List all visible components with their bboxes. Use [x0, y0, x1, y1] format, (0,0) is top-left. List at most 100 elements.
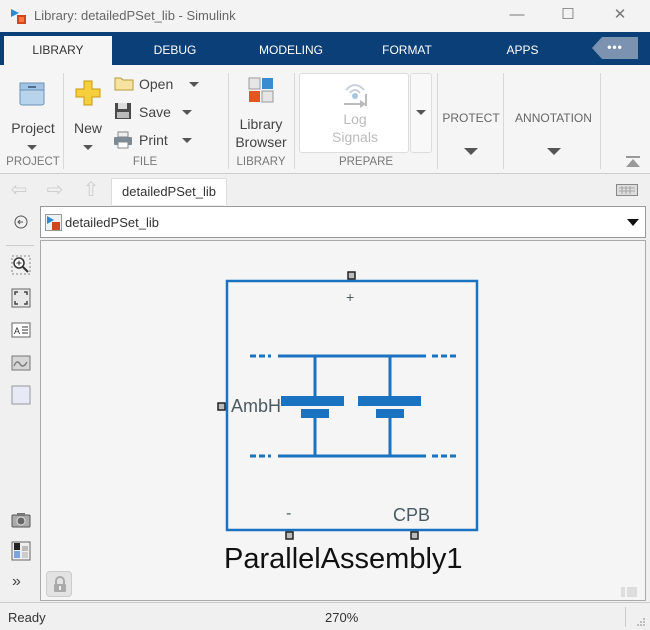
- save-button-label: Save: [139, 104, 171, 120]
- plus-icon: [75, 80, 101, 106]
- camera-icon[interactable]: [11, 510, 31, 530]
- divider: [294, 73, 295, 169]
- open-button-label: Open: [139, 76, 174, 92]
- folder-icon: [114, 77, 134, 91]
- left-toolbar: A »: [0, 205, 40, 600]
- save-button[interactable]: Save: [112, 101, 204, 123]
- port-label-negative: -: [286, 505, 292, 522]
- protect-label: PROTECT: [442, 111, 500, 125]
- keyboard-icon[interactable]: [616, 184, 638, 196]
- minimize-button[interactable]: —: [497, 4, 537, 26]
- expand-toolbar-icon[interactable]: »: [12, 573, 21, 591]
- tab-modeling[interactable]: MODELING: [250, 36, 332, 65]
- port-negative: [285, 531, 294, 540]
- address-bar[interactable]: detailedPSet_lib: [40, 206, 646, 238]
- property-inspector-icon[interactable]: [11, 541, 31, 561]
- annotation-label: ANNOTATION: [515, 111, 592, 125]
- library-browser-icon: [248, 77, 274, 103]
- print-button-label: Print: [139, 132, 168, 148]
- lock-button[interactable]: [46, 571, 72, 597]
- group-label-file: FILE: [132, 156, 158, 168]
- ribbon-tab-bar: LIBRARY DEBUG MODELING FORMAT APPS •••: [0, 32, 650, 65]
- zoom-in-icon[interactable]: [11, 255, 31, 275]
- block-name[interactable]: ParallelAssembly1: [224, 543, 463, 576]
- scroll-indicator[interactable]: [621, 587, 641, 597]
- model-canvas[interactable]: + AmbH - CPB ParallelAssembly1: [40, 240, 646, 601]
- cell-2-plate-positive: [358, 396, 421, 406]
- lock-icon: [54, 576, 66, 592]
- more-tabs-button[interactable]: •••: [592, 37, 638, 59]
- image-icon[interactable]: [11, 353, 31, 373]
- collapse-up-icon: [626, 159, 640, 167]
- cell-2-plate-negative: [376, 409, 404, 418]
- chevron-down-icon: [182, 110, 192, 115]
- prepare-gallery-dropdown[interactable]: [410, 73, 432, 153]
- library-browser-button[interactable]: Library Browser: [232, 71, 290, 153]
- annotation-button[interactable]: ANNOTATION: [506, 73, 601, 169]
- chevron-down-icon: [27, 145, 37, 150]
- library-model-icon: [45, 214, 62, 231]
- hide-explorer-icon[interactable]: [14, 215, 28, 229]
- divider: [600, 73, 601, 169]
- navigation-bar: ⇦ ⇨ ⇧ detailedPSet_lib: [0, 175, 650, 205]
- status-bar: Ready 270%: [0, 602, 650, 630]
- resize-grip-icon[interactable]: [636, 617, 646, 627]
- chevron-down-icon: [416, 110, 426, 115]
- zoom-level: 270%: [325, 610, 359, 625]
- collapse-ribbon-button[interactable]: [626, 156, 640, 168]
- ribbon: Project PROJECT New Open Save Print FILE…: [0, 65, 650, 174]
- tab-apps[interactable]: APPS: [495, 36, 550, 65]
- group-label-project: PROJECT: [6, 156, 60, 168]
- divider: [503, 73, 504, 169]
- port-label-ambh: AmbH: [231, 396, 282, 416]
- chevron-down-icon: [83, 145, 93, 150]
- log-signals-button[interactable]: Log Signals: [299, 73, 409, 153]
- port-ambh: [217, 402, 226, 411]
- address-path: detailedPSet_lib: [65, 215, 159, 230]
- protect-button[interactable]: PROTECT: [440, 73, 502, 169]
- save-icon: [115, 103, 131, 119]
- model-tab[interactable]: detailedPSet_lib: [111, 178, 227, 205]
- tab-format[interactable]: FORMAT: [372, 36, 442, 65]
- log-signals-label-1: Log: [343, 111, 367, 127]
- maximize-button[interactable]: ☐: [548, 4, 588, 26]
- divider: [625, 607, 626, 627]
- group-label-prepare: PREPARE: [338, 156, 394, 168]
- divider: [437, 73, 438, 169]
- chevron-down-icon: [182, 138, 192, 143]
- window-title: Library: detailedPSet_lib - Simulink: [34, 8, 236, 23]
- print-button[interactable]: Print: [112, 129, 204, 151]
- port-label-cpb: CPB: [393, 505, 431, 525]
- area-icon[interactable]: [11, 385, 31, 405]
- port-cpb: [410, 531, 419, 540]
- port-label-positive: +: [346, 289, 355, 305]
- divider: [228, 73, 229, 169]
- forward-arrow-icon[interactable]: ⇨: [44, 180, 66, 200]
- tab-debug[interactable]: DEBUG: [140, 36, 210, 65]
- divider: [63, 73, 64, 169]
- title-bar: Library: detailedPSet_lib - Simulink — ☐…: [0, 0, 650, 32]
- close-button[interactable]: ✕: [600, 4, 640, 26]
- svg-text:A: A: [14, 326, 20, 336]
- cell-1-plate-negative: [301, 409, 329, 418]
- chevron-down-icon: [547, 148, 561, 155]
- port-positive: [347, 271, 356, 280]
- library-browser-label-1: Library: [239, 116, 283, 132]
- tab-library[interactable]: LIBRARY: [4, 36, 112, 65]
- library-browser-label-2: Browser: [235, 134, 287, 150]
- project-icon: [19, 82, 45, 106]
- up-arrow-icon[interactable]: ⇧: [80, 180, 102, 200]
- back-arrow-icon[interactable]: ⇦: [8, 180, 30, 200]
- log-signals-icon: [344, 84, 367, 108]
- chevron-down-icon: [464, 148, 478, 155]
- fit-to-view-icon[interactable]: [11, 288, 31, 308]
- address-dropdown-icon[interactable]: [627, 219, 639, 226]
- chevron-down-icon: [189, 82, 199, 87]
- log-signals-label-2: Signals: [332, 129, 378, 145]
- simulink-app-icon: [11, 9, 26, 24]
- annotation-text-icon[interactable]: A: [11, 320, 31, 340]
- open-button[interactable]: Open: [112, 73, 204, 95]
- project-button[interactable]: Project: [4, 71, 58, 153]
- cell-1-plate-positive: [281, 396, 344, 406]
- new-button[interactable]: New: [68, 71, 108, 153]
